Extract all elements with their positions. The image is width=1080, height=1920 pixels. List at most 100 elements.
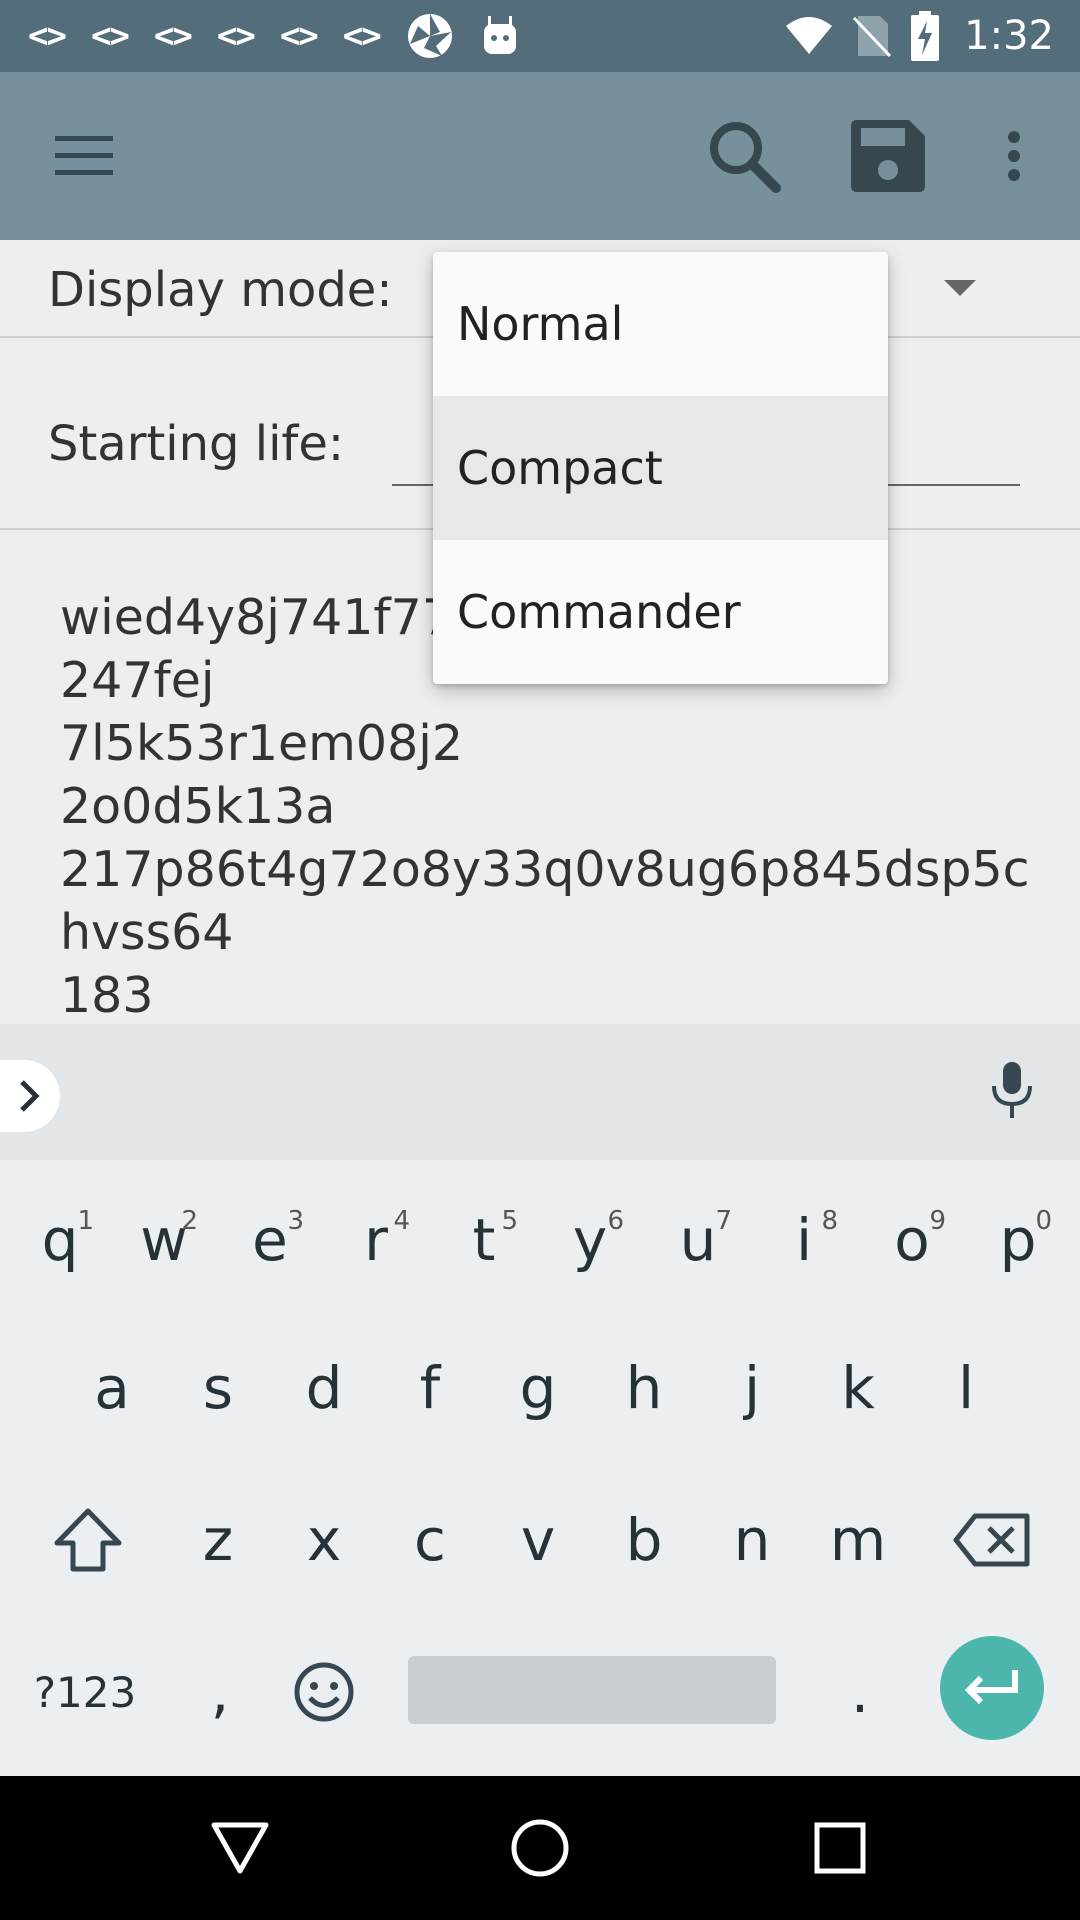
key-c[interactable]: c bbox=[386, 1488, 474, 1592]
mic-button[interactable] bbox=[990, 1060, 1054, 1124]
display-mode-spinner-arrow-icon[interactable] bbox=[944, 280, 976, 296]
code-icon: <> bbox=[90, 16, 130, 56]
system-icons: 1:32 bbox=[784, 0, 1054, 72]
key-hint: 9 bbox=[929, 1206, 946, 1236]
comma-key[interactable]: , bbox=[180, 1640, 260, 1744]
key-hint: 4 bbox=[393, 1206, 410, 1236]
menu-icon bbox=[55, 136, 113, 175]
starting-life-label: Starting life: bbox=[48, 416, 345, 472]
mic-icon bbox=[992, 1062, 1032, 1118]
key-r[interactable]: r4 bbox=[332, 1188, 420, 1292]
key-label: i bbox=[795, 1206, 813, 1274]
key-hint: 6 bbox=[607, 1206, 624, 1236]
key-hint: 2 bbox=[181, 1206, 198, 1236]
shift-key[interactable] bbox=[40, 1488, 136, 1592]
keyboard: q1 w2 e3 r4 t5 y6 u7 i8 o9 p0 a s d f g … bbox=[0, 1024, 1080, 1776]
key-q[interactable]: q1 bbox=[16, 1188, 104, 1292]
key-label: p bbox=[999, 1206, 1037, 1274]
code-icon: <> bbox=[153, 16, 193, 56]
key-w[interactable]: w2 bbox=[120, 1188, 208, 1292]
back-icon bbox=[211, 1822, 269, 1874]
menu-button[interactable] bbox=[40, 72, 128, 240]
save-icon bbox=[851, 120, 925, 192]
dropdown-option-normal[interactable]: Normal bbox=[433, 252, 888, 396]
key-label: u bbox=[679, 1206, 717, 1274]
key-z[interactable]: z bbox=[174, 1488, 262, 1592]
key-t[interactable]: t5 bbox=[440, 1188, 528, 1292]
search-icon bbox=[710, 122, 781, 193]
notes-line: hvss64 bbox=[60, 904, 234, 961]
home-icon bbox=[511, 1819, 569, 1877]
key-u[interactable]: u7 bbox=[654, 1188, 742, 1292]
key-x[interactable]: x bbox=[280, 1488, 368, 1592]
notes-line: 183 bbox=[60, 967, 154, 1024]
emoji-icon bbox=[294, 1662, 354, 1722]
key-v[interactable]: v bbox=[494, 1488, 582, 1592]
save-button[interactable] bbox=[844, 72, 932, 240]
key-n[interactable]: n bbox=[708, 1488, 796, 1592]
android-icon bbox=[483, 16, 516, 54]
space-key[interactable] bbox=[408, 1656, 776, 1724]
key-hint: 8 bbox=[821, 1206, 838, 1236]
code-icon: <> bbox=[28, 16, 67, 56]
navigation-bar bbox=[0, 1776, 1080, 1920]
keyboard-suggestion-strip bbox=[0, 1024, 1080, 1160]
key-d[interactable]: d bbox=[280, 1336, 368, 1440]
enter-key[interactable] bbox=[940, 1636, 1044, 1740]
key-m[interactable]: m bbox=[814, 1488, 902, 1592]
key-label: q bbox=[41, 1206, 79, 1274]
battery-charging-icon bbox=[911, 11, 940, 61]
dropdown-option-compact[interactable]: Compact bbox=[433, 396, 888, 540]
key-e[interactable]: e3 bbox=[226, 1188, 314, 1292]
key-j[interactable]: j bbox=[708, 1336, 796, 1440]
key-a[interactable]: a bbox=[68, 1336, 156, 1440]
chevron-right-icon bbox=[20, 1080, 40, 1112]
emoji-key[interactable] bbox=[280, 1640, 368, 1744]
key-y[interactable]: y6 bbox=[546, 1188, 634, 1292]
key-i[interactable]: i8 bbox=[760, 1188, 848, 1292]
search-button[interactable] bbox=[700, 72, 788, 240]
key-h[interactable]: h bbox=[600, 1336, 688, 1440]
wifi-icon bbox=[786, 17, 833, 54]
back-button[interactable] bbox=[200, 1776, 280, 1920]
key-f[interactable]: f bbox=[386, 1336, 474, 1440]
display-mode-label: Display mode: bbox=[48, 262, 393, 318]
home-button[interactable] bbox=[500, 1776, 580, 1920]
keyboard-expand-button[interactable] bbox=[0, 1060, 60, 1132]
app-bar bbox=[0, 72, 1080, 240]
clock: 1:32 bbox=[964, 13, 1054, 59]
key-p[interactable]: p0 bbox=[974, 1188, 1062, 1292]
backspace-key[interactable] bbox=[944, 1488, 1040, 1592]
shift-icon bbox=[54, 1508, 122, 1572]
enter-icon bbox=[964, 1670, 1018, 1705]
pinwheel-icon bbox=[407, 14, 452, 58]
recents-icon bbox=[814, 1822, 866, 1874]
dropdown-option-commander[interactable]: Commander bbox=[433, 540, 888, 684]
notes-line: 2o0d5k13a bbox=[60, 778, 336, 835]
key-l[interactable]: l bbox=[922, 1336, 1010, 1440]
notes-line: 7l5k53r1em08j2 bbox=[60, 715, 464, 772]
key-hint: 5 bbox=[501, 1206, 518, 1236]
key-label: t bbox=[472, 1206, 496, 1274]
display-mode-dropdown: Normal Compact Commander bbox=[433, 252, 888, 684]
key-g[interactable]: g bbox=[494, 1336, 582, 1440]
period-key[interactable]: . bbox=[820, 1640, 900, 1744]
key-label: o bbox=[894, 1206, 930, 1274]
no-sim-icon bbox=[853, 16, 892, 58]
more-options-button[interactable] bbox=[988, 72, 1040, 240]
key-label: r bbox=[364, 1206, 388, 1274]
recents-button[interactable] bbox=[800, 1776, 880, 1920]
key-s[interactable]: s bbox=[174, 1336, 262, 1440]
code-icon: <> bbox=[342, 16, 382, 56]
key-hint: 1 bbox=[77, 1206, 94, 1236]
backspace-icon bbox=[953, 1513, 1030, 1567]
key-hint: 7 bbox=[715, 1206, 732, 1236]
more-vert-icon bbox=[1008, 131, 1020, 181]
key-k[interactable]: k bbox=[814, 1336, 902, 1440]
key-o[interactable]: o9 bbox=[868, 1188, 956, 1292]
symbols-key[interactable]: ?123 bbox=[20, 1640, 150, 1744]
status-bar: <> <> <> <> <> <> 1:32 bbox=[0, 0, 1080, 72]
notes-line: 217p86t4g72o8y33q0v8ug6p845dsp5c bbox=[60, 841, 1030, 898]
key-b[interactable]: b bbox=[600, 1488, 688, 1592]
code-icon: <> bbox=[216, 16, 256, 56]
